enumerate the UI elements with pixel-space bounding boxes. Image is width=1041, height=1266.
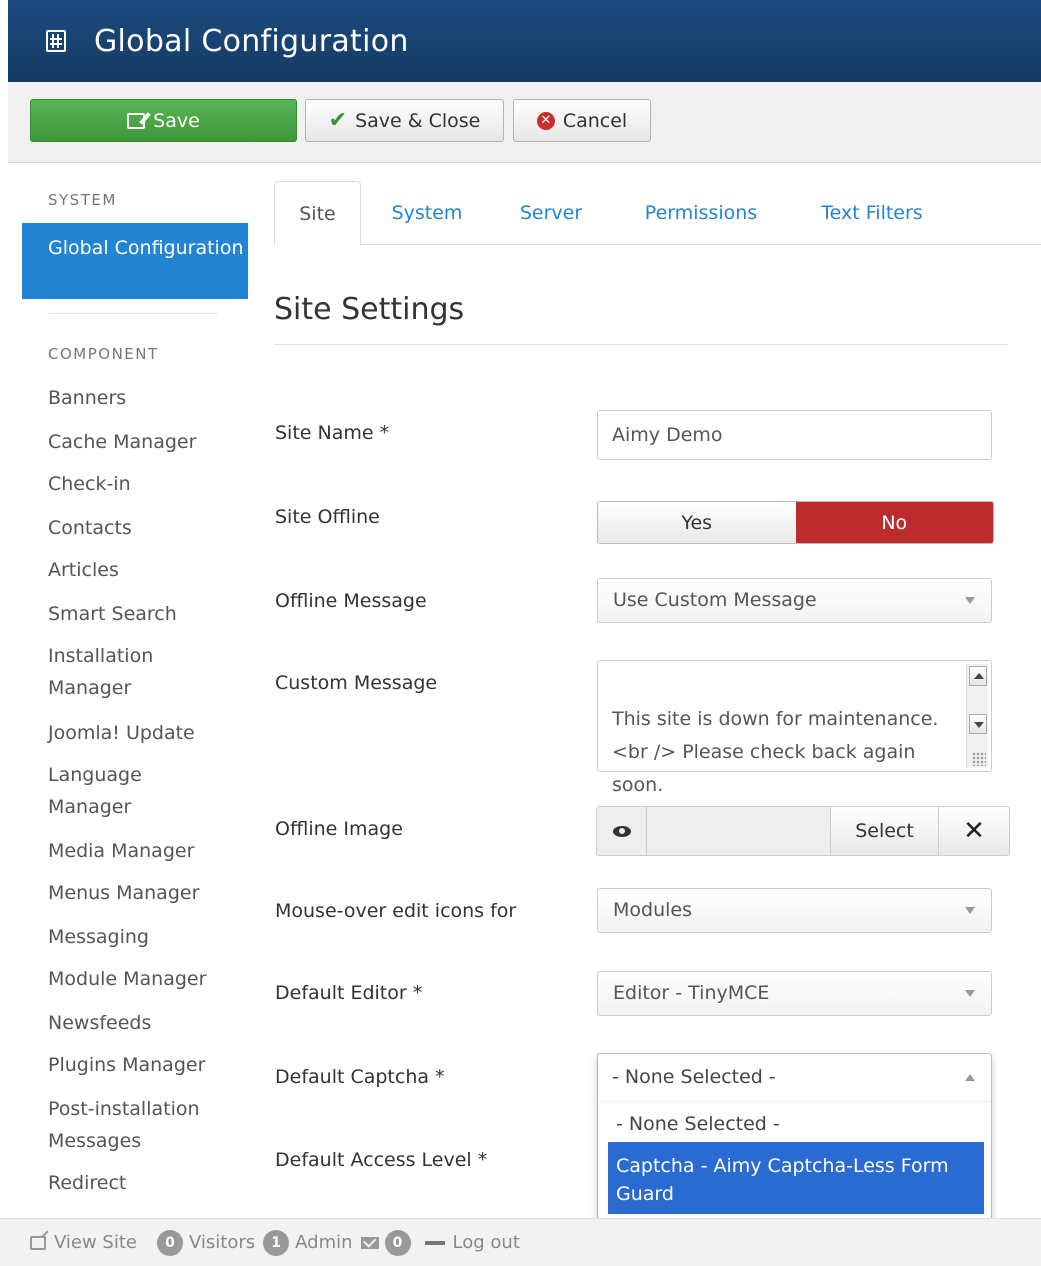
sidebar-item-redirect[interactable]: Redirect (48, 1167, 238, 1199)
section-title: Site Settings (274, 292, 465, 327)
site-offline-no-button[interactable]: No (795, 502, 993, 543)
sidebar-divider (50, 313, 218, 314)
offline-image-label: Offline Image (275, 818, 403, 840)
captcha-option-none[interactable]: - None Selected - (608, 1106, 984, 1142)
sidebar-item-language-manager[interactable]: Language Manager (48, 759, 168, 823)
section-divider (274, 344, 1008, 345)
default-editor-label: Default Editor * (275, 982, 423, 1004)
sidebar-heading-system: SYSTEM (48, 191, 117, 209)
sidebar-item-articles[interactable]: Articles (48, 554, 238, 586)
tab-permissions[interactable]: Permissions (636, 181, 766, 245)
sliders-icon (46, 30, 66, 52)
edit-icon (127, 112, 146, 129)
admin-badge: 1 (263, 1229, 290, 1256)
sidebar-item-newsfeeds[interactable]: Newsfeeds (48, 1007, 238, 1039)
cancel-label: Cancel (562, 109, 628, 132)
captcha-option-aimy[interactable]: Captcha - Aimy Captcha-Less Form Guard (608, 1142, 984, 1214)
eye-icon (612, 825, 631, 837)
save-label: Save (153, 109, 200, 132)
logout-link[interactable]: Log out (424, 1232, 520, 1253)
offline-image-field: Select ✕ (596, 806, 1010, 856)
site-offline-label: Site Offline (275, 506, 380, 528)
close-icon: ✕ (963, 816, 985, 846)
visitors-label: Visitors (189, 1232, 256, 1253)
sidebar-item-plugins-manager[interactable]: Plugins Manager (48, 1049, 238, 1081)
visitors-badge: 0 (157, 1229, 183, 1256)
sidebar-item-check-in[interactable]: Check-in (48, 468, 238, 500)
offline-image-select-button[interactable]: Select (830, 807, 938, 855)
sidebar-item-cache-manager[interactable]: Cache Manager (48, 426, 238, 458)
default-captcha-label: Default Captcha * (275, 1066, 445, 1088)
chevron-down-icon (965, 990, 975, 997)
sidebar-item-post-installation-messages[interactable]: Post-installation Messages (48, 1093, 218, 1157)
visitors-status: 0 Visitors (157, 1229, 256, 1256)
scroll-down-icon[interactable] (969, 714, 987, 734)
minus-icon (424, 1240, 445, 1245)
custom-message-text: This site is down for maintenance.<br />… (612, 708, 939, 796)
default-editor-select[interactable]: Editor - TinyMCE (597, 971, 992, 1016)
chevron-up-icon (965, 1074, 975, 1081)
cancel-button[interactable]: ✕ Cancel (513, 99, 651, 142)
mouseover-select[interactable]: Modules (597, 888, 992, 933)
external-link-icon (30, 1235, 46, 1250)
sidebar-item-joomla-update[interactable]: Joomla! Update (48, 717, 238, 749)
offline-message-label: Offline Message (275, 590, 427, 612)
tab-system[interactable]: System (387, 181, 467, 245)
mouseover-label: Mouse-over edit icons for (275, 900, 517, 922)
toolbar: Save ✔ Save & Close ✕ Cancel (8, 82, 1041, 163)
save-close-button[interactable]: ✔ Save & Close (305, 99, 504, 142)
offline-message-select[interactable]: Use Custom Message (597, 578, 992, 623)
offline-image-path (647, 807, 830, 855)
tab-server[interactable]: Server (515, 181, 587, 245)
site-name-input[interactable]: Aimy Demo (597, 410, 992, 460)
app-header: Global Configuration (8, 0, 1041, 82)
default-captcha-value: - None Selected - (612, 1066, 776, 1088)
admin-label: Admin (295, 1232, 353, 1253)
site-offline-toggle: Yes No (597, 501, 994, 544)
sidebar-item-banners[interactable]: Banners (48, 382, 238, 414)
mail-icon (360, 1236, 379, 1249)
offline-message-value: Use Custom Message (613, 589, 817, 611)
sidebar-item-module-manager[interactable]: Module Manager (48, 963, 238, 995)
default-captcha-dropdown[interactable]: - None Selected - - None Selected - Capt… (597, 1053, 992, 1223)
sidebar-item-media-manager[interactable]: Media Manager (48, 835, 238, 867)
messages-badge: 0 (384, 1229, 411, 1256)
custom-message-label: Custom Message (275, 672, 438, 694)
sidebar-item-messaging[interactable]: Messaging (48, 921, 238, 953)
site-name-label: Site Name * (275, 422, 390, 444)
offline-image-clear-button[interactable]: ✕ (938, 807, 1009, 855)
logout-label: Log out (452, 1232, 520, 1253)
default-editor-value: Editor - TinyMCE (613, 982, 770, 1004)
save-button[interactable]: Save (30, 99, 297, 142)
cancel-icon: ✕ (536, 111, 555, 130)
view-site-label: View Site (54, 1232, 137, 1253)
chevron-down-icon (965, 907, 975, 914)
textarea-scrollbar[interactable] (966, 664, 988, 768)
mouseover-value: Modules (613, 899, 692, 921)
sidebar-item-menus-manager[interactable]: Menus Manager (48, 877, 238, 909)
resize-grip-icon[interactable] (972, 752, 986, 766)
status-bar: View Site 0 Visitors 1 Admin 0 Log out (0, 1218, 1041, 1266)
messages-status[interactable]: 0 (360, 1229, 417, 1256)
check-icon: ✔ (328, 108, 348, 133)
sidebar-item-contacts[interactable]: Contacts (48, 512, 238, 544)
sidebar-item-smart-search[interactable]: Smart Search (48, 598, 238, 630)
tab-bar: Site System Server Permissions Text Filt… (274, 181, 1041, 246)
default-captcha-select[interactable]: - None Selected - (598, 1054, 991, 1102)
save-close-label: Save & Close (355, 109, 481, 132)
tab-text-filters[interactable]: Text Filters (814, 181, 930, 245)
view-site-link[interactable]: View Site (30, 1232, 137, 1253)
admin-status: 1 Admin (263, 1229, 353, 1256)
sidebar-heading-component: COMPONENT (48, 345, 159, 363)
default-access-label: Default Access Level * (275, 1149, 488, 1171)
chevron-down-icon (965, 597, 975, 604)
tab-site[interactable]: Site (274, 181, 361, 246)
custom-message-textarea[interactable]: This site is down for maintenance.<br />… (597, 660, 992, 796)
sidebar-item-global-configuration[interactable]: Global Configuration (22, 223, 248, 299)
sidebar-item-installation-manager[interactable]: Installation Manager (48, 640, 188, 704)
preview-button[interactable] (597, 807, 647, 855)
site-offline-yes-button[interactable]: Yes (598, 502, 796, 543)
page-title: Global Configuration (94, 23, 409, 59)
scroll-up-icon[interactable] (969, 666, 987, 686)
